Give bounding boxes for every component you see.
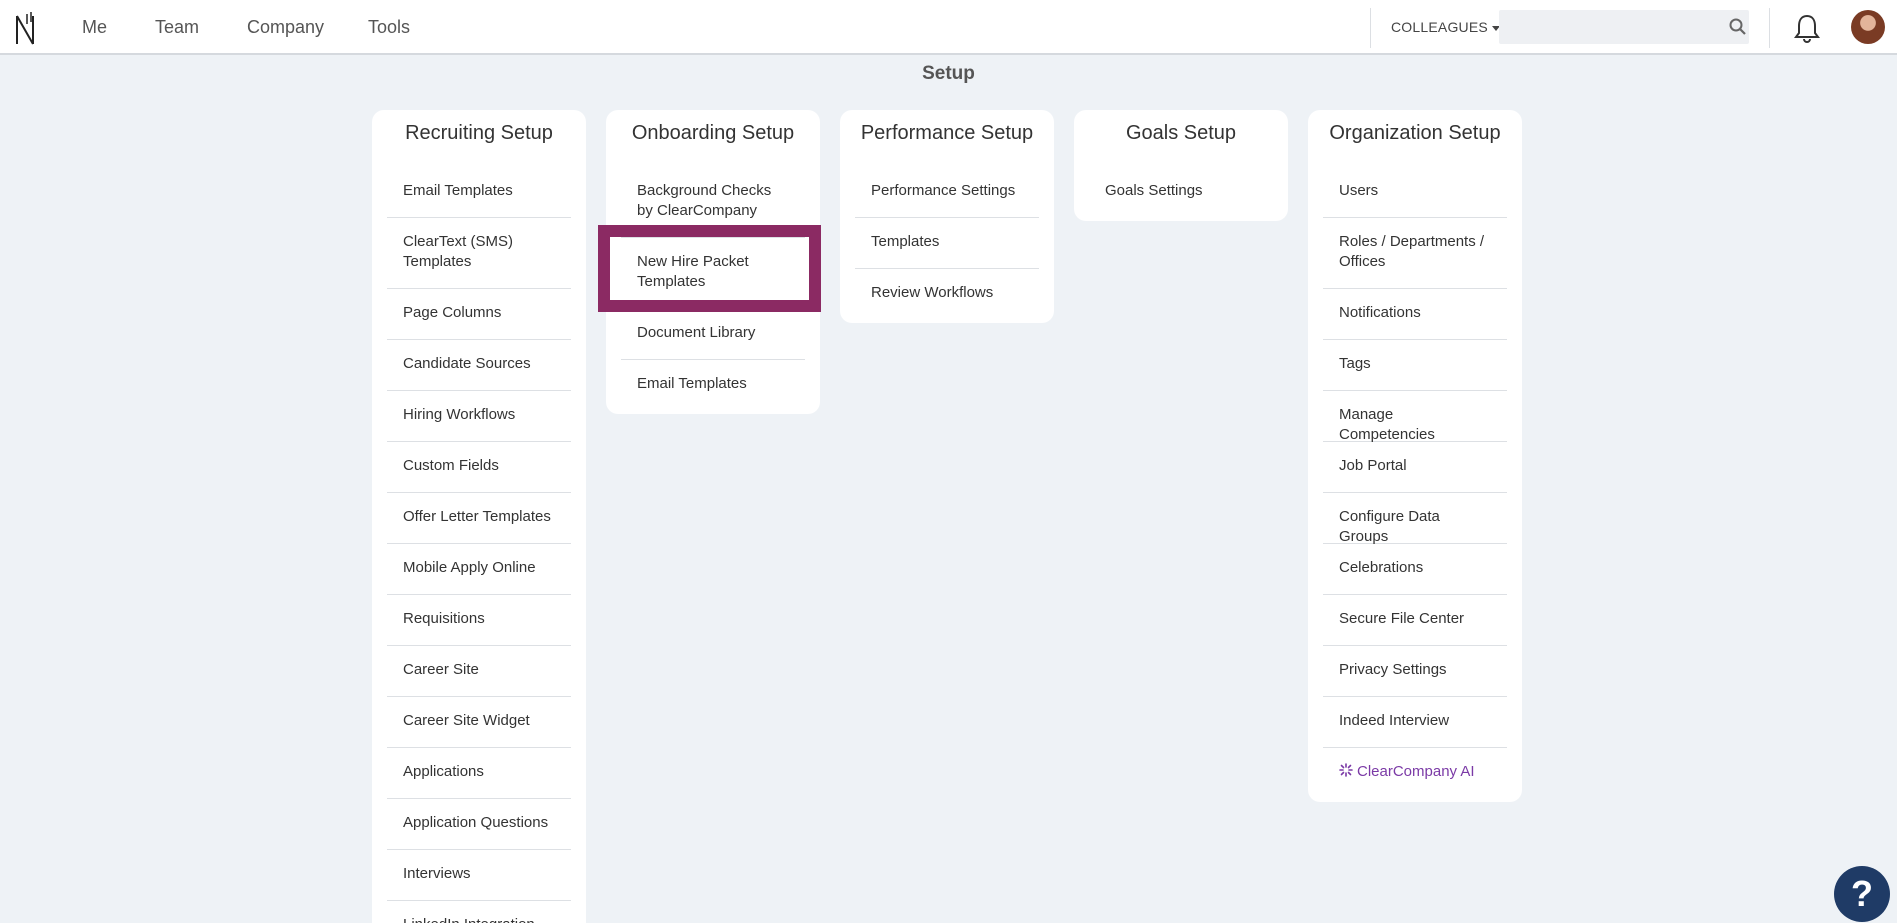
list-item[interactable]: Email Templates (387, 167, 571, 218)
nav-tools[interactable]: Tools (368, 17, 410, 38)
top-navigation-bar: Me Team Company Tools COLLEAGUES (0, 0, 1897, 55)
card-title: Onboarding Setup (631, 122, 795, 144)
list-item[interactable]: Notifications (1323, 289, 1507, 340)
list-item[interactable]: Goals Settings (1089, 167, 1273, 218)
list-item[interactable]: Email Templates (621, 360, 805, 411)
list-item[interactable]: Job Portal (1323, 442, 1507, 493)
list-item[interactable]: Page Columns (387, 289, 571, 340)
notification-bell-icon[interactable] (1793, 13, 1821, 43)
colleagues-label: COLLEAGUES (1391, 19, 1488, 35)
list-item[interactable]: Privacy Settings (1323, 646, 1507, 697)
recruiting-setup-card: Recruiting Setup Email Templates ClearTe… (372, 110, 586, 923)
nav-me[interactable]: Me (82, 17, 107, 38)
app-logo-icon[interactable] (14, 10, 36, 46)
card-title: Recruiting Setup (405, 122, 553, 144)
organization-setup-card: Organization Setup Users Roles / Departm… (1308, 110, 1522, 802)
nav-team[interactable]: Team (155, 17, 199, 38)
highlight-box (598, 225, 821, 312)
list-item[interactable]: Users (1323, 167, 1507, 218)
card-title: Organization Setup (1329, 122, 1501, 144)
list-item[interactable]: Templates (855, 218, 1039, 269)
list-item[interactable]: Manage Competencies (1323, 391, 1507, 443)
list-item[interactable]: Application Questions (387, 799, 571, 850)
clearcompany-ai-label: ClearCompany AI (1357, 763, 1475, 780)
divider (1769, 8, 1770, 48)
list-item[interactable]: Candidate Sources (387, 340, 571, 391)
list-item[interactable]: Tags (1323, 340, 1507, 391)
list-item[interactable]: Celebrations (1323, 544, 1507, 595)
list-item[interactable]: Review Workflows (855, 269, 1039, 320)
avatar[interactable] (1851, 10, 1885, 44)
list-item[interactable]: Career Site Widget (387, 697, 571, 748)
search-icon[interactable] (1728, 17, 1748, 37)
sparkle-icon (1339, 763, 1353, 777)
list-item[interactable]: Applications (387, 748, 571, 799)
list-item[interactable]: LinkedIn Integration (387, 901, 571, 923)
help-button[interactable]: ? (1834, 866, 1890, 922)
nav-company[interactable]: Company (247, 17, 324, 38)
colleagues-dropdown[interactable]: COLLEAGUES (1391, 19, 1500, 35)
list-item[interactable]: Custom Fields (387, 442, 571, 493)
list-item[interactable]: Indeed Interview (1323, 697, 1507, 748)
list-item[interactable]: Hiring Workflows (387, 391, 571, 442)
list-item[interactable]: Document Library (621, 309, 805, 360)
card-title: Performance Setup (860, 122, 1034, 144)
list-item[interactable]: Interviews (387, 850, 571, 901)
performance-setup-card: Performance Setup Performance Settings T… (840, 110, 1054, 323)
list-item[interactable]: Roles / Departments / Offices (1323, 218, 1507, 289)
list-item[interactable]: Mobile Apply Online (387, 544, 571, 595)
clearcompany-ai-link[interactable]: ClearCompany AI (1323, 748, 1507, 799)
list-item[interactable]: ClearText (SMS) Templates (387, 218, 571, 289)
list-item[interactable]: Performance Settings (855, 167, 1039, 218)
page-title: Setup (922, 63, 975, 84)
card-title: Goals Setup (1125, 122, 1237, 144)
divider (1370, 8, 1371, 48)
goals-setup-card: Goals Setup Goals Settings (1074, 110, 1288, 221)
search-input[interactable] (1499, 10, 1749, 44)
list-item[interactable]: Secure File Center (1323, 595, 1507, 646)
list-item[interactable]: Career Site (387, 646, 571, 697)
list-item[interactable]: Offer Letter Templates (387, 493, 571, 544)
list-item[interactable]: Configure Data Groups (1323, 493, 1507, 545)
list-item[interactable]: Requisitions (387, 595, 571, 646)
